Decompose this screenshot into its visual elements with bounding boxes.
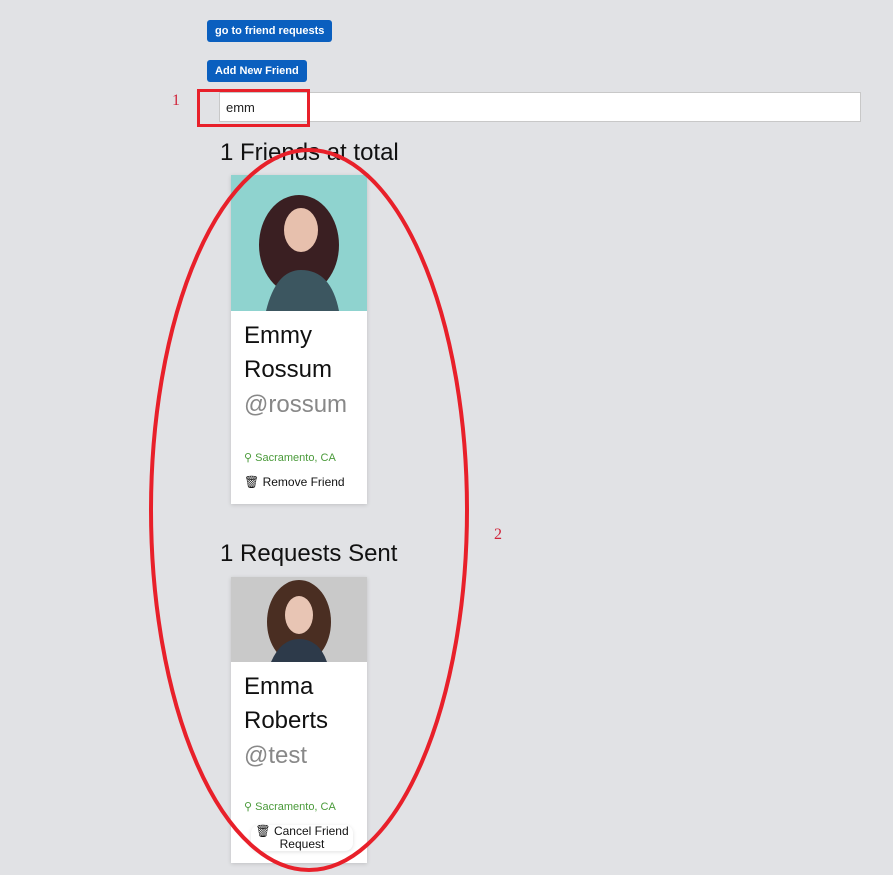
friends-heading: 1 Friends at total bbox=[220, 139, 399, 166]
friend-name: Emmy Rossum bbox=[244, 322, 333, 383]
request-photo bbox=[231, 577, 367, 662]
requests-heading: 1 Requests Sent bbox=[220, 540, 398, 567]
go-to-friend-requests-button[interactable]: go to friend requests bbox=[207, 20, 333, 42]
request-card: Emma Roberts @test ⚲ Sacramento, CA 🗑 Can… bbox=[231, 577, 367, 863]
friend-handle: @rossum bbox=[244, 391, 348, 418]
annotation-ellipse bbox=[149, 148, 469, 872]
remove-friend-button[interactable]: 🗑 Remove Friend bbox=[244, 475, 345, 489]
friend-card: Emmy Rossum @rossum ⚲ Sacramento, CA 🗑 Re… bbox=[231, 175, 367, 504]
map-marker-icon: ⚲ bbox=[244, 452, 253, 464]
friend-location: ⚲ Sacramento, CA bbox=[244, 452, 336, 464]
cancel-friend-request-button[interactable]: 🗑 Cancel Friend Request bbox=[251, 825, 353, 851]
add-new-friend-button[interactable]: Add New Friend bbox=[207, 60, 307, 82]
search-input[interactable] bbox=[219, 92, 861, 122]
friend-photo bbox=[231, 175, 367, 311]
trash-icon: 🗑 bbox=[244, 475, 260, 489]
annotation-label-2: 2 bbox=[494, 526, 502, 543]
request-handle: @test bbox=[244, 742, 308, 769]
request-location: ⚲ Sacramento, CA bbox=[244, 801, 336, 813]
annotation-label-1: 1 bbox=[172, 92, 180, 109]
request-name: Emma Roberts bbox=[244, 673, 329, 734]
map-marker-icon: ⚲ bbox=[244, 801, 253, 813]
trash-icon: 🗑 bbox=[255, 824, 271, 838]
